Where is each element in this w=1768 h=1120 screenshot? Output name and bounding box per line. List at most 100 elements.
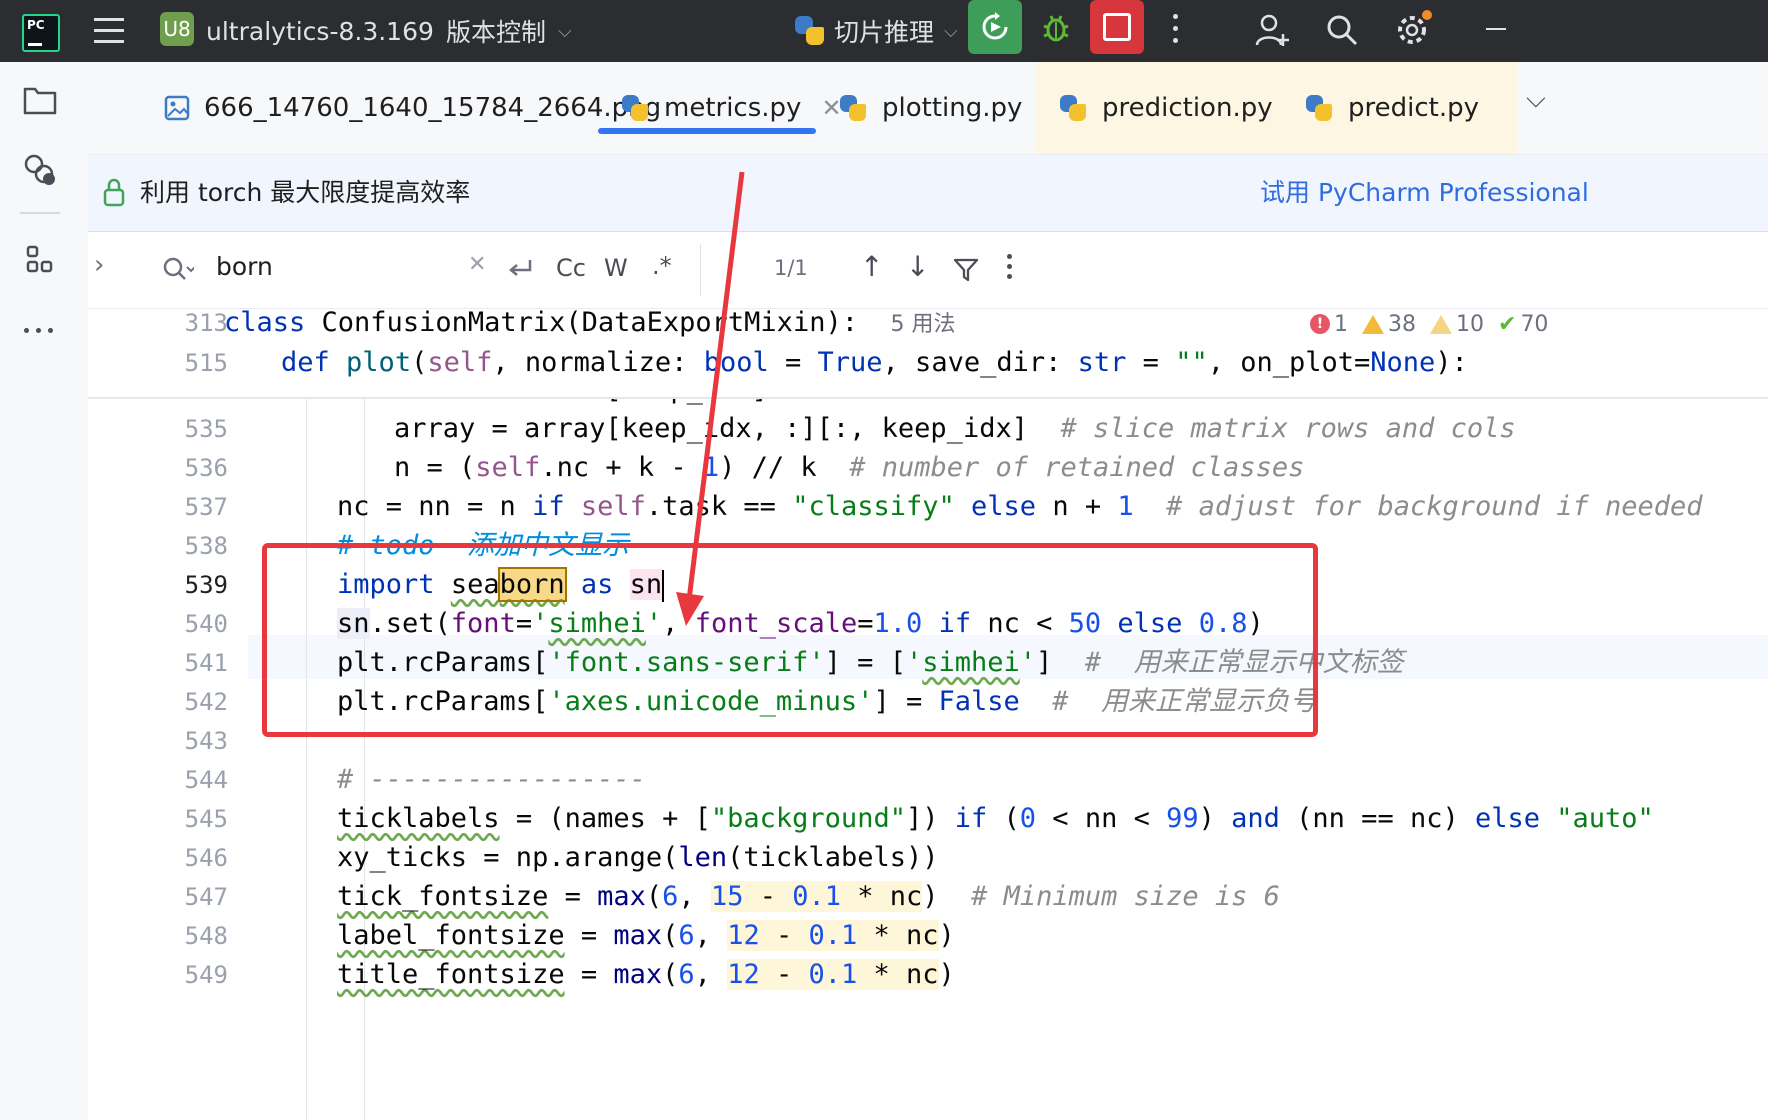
code-line-536[interactable]: n = (self.nc + k - 1) // k # number of r… bbox=[394, 446, 1304, 490]
error-icon: ! bbox=[1310, 314, 1330, 334]
code-line-547[interactable]: tick_fontsize = max(6, 15 - 0.1 * nc) # … bbox=[337, 875, 1280, 919]
bug-icon bbox=[1043, 15, 1069, 42]
code-comment: # adjust for background if needed bbox=[1166, 491, 1703, 522]
rerun-button[interactable] bbox=[968, 0, 1022, 54]
vcs-label: 版本控制 bbox=[446, 18, 547, 47]
search-history-icon[interactable] bbox=[506, 256, 534, 284]
weak-warning-count: 10 bbox=[1456, 311, 1484, 337]
tab-image-file[interactable]: 666_14760_1640_15784_2664.png bbox=[164, 62, 661, 154]
code-line-537[interactable]: nc = nn = n if self.task == "classify" e… bbox=[337, 485, 1703, 529]
regex-toggle[interactable]: .* bbox=[652, 252, 672, 280]
strip-divider bbox=[20, 212, 60, 214]
line-number: 547 bbox=[184, 883, 228, 911]
search-icon[interactable] bbox=[162, 256, 194, 284]
add-user-icon[interactable] bbox=[1250, 8, 1294, 52]
line-number: 535 bbox=[184, 415, 228, 443]
tab-plotting-py[interactable]: plotting.py bbox=[838, 62, 1022, 154]
project-name-label: ultralytics-8.3.169 bbox=[206, 16, 434, 46]
line-number: 546 bbox=[184, 844, 228, 872]
tab-predict-py[interactable]: predict.py bbox=[1304, 62, 1479, 154]
chevron-down-icon: ⌵ bbox=[558, 20, 572, 42]
line-number: 541 bbox=[184, 649, 228, 677]
project-name[interactable]: ultralytics-8.3.169 ⌵ bbox=[206, 0, 462, 62]
rerun-icon bbox=[982, 12, 1008, 40]
code-comment: # Minimum size is 6 bbox=[971, 881, 1280, 912]
previous-match-arrow-up-icon[interactable]: ↑ bbox=[860, 250, 883, 283]
python-file-icon bbox=[620, 93, 650, 123]
promo-banner: 利用 torch 最大限度提高效率 试用 PyCharm Professiona… bbox=[88, 155, 1768, 232]
python-file-icon bbox=[1058, 93, 1088, 123]
line-number: 540 bbox=[184, 610, 228, 638]
tab-label: prediction.py bbox=[1102, 93, 1273, 123]
find-bar: › born ✕ Cc W .* 1/1 ↑ ↓ bbox=[88, 232, 1768, 309]
find-more-options-icon[interactable] bbox=[1006, 252, 1014, 282]
filter-icon[interactable] bbox=[952, 256, 980, 284]
active-tab-indicator bbox=[598, 128, 816, 134]
match-case-toggle[interactable]: Cc bbox=[556, 254, 586, 282]
line-number-current: 539 bbox=[184, 571, 228, 599]
tab-metrics-py[interactable]: metrics.py ✕ bbox=[620, 62, 842, 154]
project-folder-icon[interactable] bbox=[18, 78, 62, 122]
line-number: 542 bbox=[184, 688, 228, 716]
more-actions-icon[interactable] bbox=[1170, 12, 1180, 46]
sticky-class-line[interactable]: class ConfusionMatrix(DataExportMixin): … bbox=[224, 309, 955, 345]
indent-guide bbox=[306, 399, 307, 1120]
main-menu-icon[interactable] bbox=[94, 14, 124, 48]
python-packages-icon[interactable] bbox=[18, 148, 62, 192]
expand-replace-chevron-icon[interactable]: › bbox=[94, 250, 104, 280]
minimize-window-icon[interactable] bbox=[1486, 28, 1506, 30]
tool-window-strip bbox=[0, 62, 89, 1120]
inspection-widget[interactable]: ! 1 38 10 ✔ 70 bbox=[1310, 309, 1548, 341]
line-number: 549 bbox=[184, 961, 228, 989]
sticky-def-line[interactable]: def plot(self, normalize: bool = True, s… bbox=[281, 341, 1468, 385]
stop-button[interactable] bbox=[1090, 0, 1144, 54]
image-file-icon bbox=[164, 95, 190, 121]
line-number: 538 bbox=[184, 532, 228, 560]
tab-label: predict.py bbox=[1348, 93, 1479, 123]
python-file-icon bbox=[838, 93, 868, 123]
code-line-549[interactable]: title_fontsize = max(6, 12 - 0.1 * nc) bbox=[337, 953, 955, 997]
code-line-545[interactable]: ticklabels = (names + ["background"]) if… bbox=[337, 797, 1654, 841]
sticky-separator bbox=[88, 397, 1768, 399]
line-number: 543 bbox=[184, 727, 228, 755]
stop-icon bbox=[1103, 13, 1131, 41]
code-editor[interactable]: 534 535 536 537 538 539 540 541 542 543 … bbox=[88, 309, 1768, 1120]
usages-hint[interactable]: 5 用法 bbox=[890, 312, 955, 337]
structure-icon[interactable] bbox=[18, 238, 62, 282]
search-everywhere-icon[interactable] bbox=[1320, 8, 1364, 52]
tab-label: metrics.py bbox=[664, 93, 802, 123]
find-separator bbox=[700, 244, 701, 296]
tab-label: plotting.py bbox=[882, 93, 1023, 123]
project-badge-text: U8 bbox=[163, 17, 191, 41]
sticky-line-number: 515 bbox=[184, 349, 228, 377]
annotation-highlight-box bbox=[262, 543, 1318, 737]
typo-count: 70 bbox=[1520, 311, 1549, 337]
code-line-546[interactable]: xy_ticks = np.arange(len(ticklabels)) bbox=[337, 836, 938, 880]
debug-button[interactable] bbox=[1034, 6, 1078, 50]
code-line-535[interactable]: array = array[keep_idx, :][:, keep_idx] … bbox=[394, 407, 1516, 451]
python-file-icon bbox=[1304, 93, 1334, 123]
warning-icon bbox=[1362, 314, 1384, 334]
lock-icon bbox=[103, 178, 125, 207]
vcs-menu[interactable]: 版本控制 ⌵ bbox=[446, 0, 572, 62]
more-tools-icon[interactable] bbox=[22, 326, 58, 336]
pycharm-logo-icon[interactable]: PC bbox=[22, 14, 60, 52]
code-line-544[interactable]: # ----------------- bbox=[337, 758, 646, 802]
clear-search-icon[interactable]: ✕ bbox=[468, 252, 486, 277]
editor-tabs: 666_14760_1640_15784_2664.png metrics.py… bbox=[88, 62, 1768, 155]
sticky-scroll-header[interactable]: 313 class ConfusionMatrix(DataExportMixi… bbox=[88, 309, 1768, 397]
line-number: 544 bbox=[184, 766, 228, 794]
warning-count: 38 bbox=[1388, 311, 1416, 337]
search-input[interactable]: born bbox=[216, 252, 273, 281]
settings-gear-icon[interactable] bbox=[1390, 8, 1434, 52]
whole-words-toggle[interactable]: W bbox=[604, 254, 628, 282]
line-number: 536 bbox=[184, 454, 228, 482]
run-config-selector[interactable]: 切片推理 ⌵ bbox=[794, 0, 958, 62]
project-badge[interactable]: U8 bbox=[160, 12, 194, 46]
tabs-dropdown-chevron-icon[interactable]: ⌵ bbox=[1526, 84, 1546, 115]
code-line-548[interactable]: label_fontsize = max(6, 12 - 0.1 * nc) bbox=[337, 914, 955, 958]
next-match-arrow-down-icon[interactable]: ↓ bbox=[906, 250, 929, 283]
chevron-down-icon: ⌵ bbox=[944, 20, 958, 42]
code-comment: # ----------------- bbox=[337, 764, 646, 795]
try-professional-link[interactable]: 试用 PyCharm Professional bbox=[1260, 173, 1589, 209]
